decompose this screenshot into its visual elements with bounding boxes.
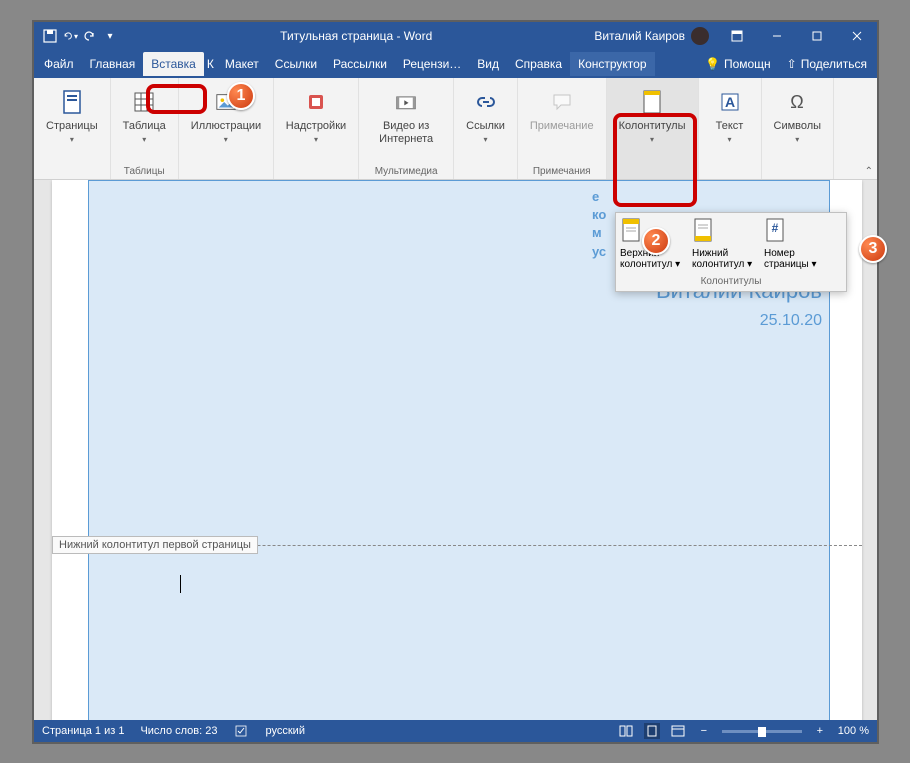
- web-layout-icon[interactable]: [670, 723, 686, 739]
- spellcheck-icon[interactable]: [234, 723, 250, 739]
- save-icon[interactable]: [42, 28, 58, 44]
- pictures-icon: [210, 86, 242, 118]
- collapse-ribbon-button[interactable]: ⌃: [865, 166, 873, 177]
- illustrations-button[interactable]: Иллюстрации▾: [185, 82, 267, 166]
- omega-icon: Ω: [781, 86, 813, 118]
- qat-customize-icon[interactable]: ▾: [102, 28, 118, 44]
- window-title: Титульная страница - Word: [118, 29, 594, 43]
- svg-text:A: A: [724, 94, 734, 110]
- read-mode-icon[interactable]: [618, 723, 634, 739]
- footer-button[interactable]: Нижний колонтитул ▾: [692, 217, 764, 270]
- share-icon: ⇧: [787, 57, 797, 71]
- text-icon: A: [714, 86, 746, 118]
- tab-home[interactable]: Главная: [82, 52, 144, 76]
- table-icon: [128, 86, 160, 118]
- text-button[interactable]: A Текст▾: [705, 82, 755, 166]
- doc-date: 25.10.20: [760, 312, 822, 330]
- tab-insert[interactable]: Вставка: [143, 52, 204, 76]
- addins-icon: [300, 86, 332, 118]
- header-button[interactable]: Верхний колонтитул ▾: [620, 217, 692, 270]
- header-icon: [620, 217, 692, 248]
- video-icon: [390, 86, 422, 118]
- tab-k[interactable]: К: [204, 52, 217, 76]
- tab-design[interactable]: Конструктор: [570, 52, 654, 76]
- pages-button[interactable]: Страницы▾: [40, 82, 104, 166]
- ribbon-display-button[interactable]: [717, 22, 757, 50]
- symbols-button[interactable]: Ω Символы▾: [768, 82, 828, 166]
- titlebar: ▾ ▾ Титульная страница - Word Виталий Ка…: [34, 22, 877, 50]
- statusbar: Страница 1 из 1 Число слов: 23 русский −…: [34, 720, 877, 742]
- tab-view[interactable]: Вид: [469, 52, 507, 76]
- link-icon: [470, 86, 502, 118]
- minimize-button[interactable]: [757, 22, 797, 50]
- print-layout-icon[interactable]: [644, 723, 660, 739]
- addins-button[interactable]: Надстройки▾: [280, 82, 352, 166]
- header-footer-popup: Верхний колонтитул ▾ Нижний колонтитул ▾…: [615, 212, 847, 292]
- redo-icon[interactable]: [82, 28, 98, 44]
- comment-icon: [546, 86, 578, 118]
- header-footer-button[interactable]: Колонтитулы▾: [613, 82, 692, 166]
- svg-text:Ω: Ω: [791, 92, 804, 112]
- status-words[interactable]: Число слов: 23: [140, 725, 217, 737]
- tab-file[interactable]: Файл: [36, 52, 82, 76]
- tab-help[interactable]: Справка: [507, 52, 570, 76]
- page-number-icon: #: [764, 217, 836, 248]
- zoom-slider[interactable]: [722, 730, 802, 733]
- quick-access-toolbar: ▾ ▾: [34, 28, 118, 44]
- user-info[interactable]: Виталий Каиров: [594, 27, 717, 45]
- table-button[interactable]: Таблица▾: [117, 82, 172, 166]
- avatar: [691, 27, 709, 45]
- ribbon-tabs: Файл Главная Вставка К Макет Ссылки Расс…: [34, 50, 877, 78]
- tell-me[interactable]: 💡Помощн: [697, 57, 779, 71]
- page-number-button[interactable]: # Номер страницы ▾: [764, 217, 836, 270]
- header-footer-icon: [636, 86, 668, 118]
- tab-layout[interactable]: Макет: [217, 52, 267, 76]
- status-page[interactable]: Страница 1 из 1: [42, 725, 124, 737]
- links-button[interactable]: Ссылки▾: [460, 82, 511, 166]
- ribbon: Страницы▾ Таблица▾ Таблицы Иллюстрации▾: [34, 78, 877, 180]
- comment-button[interactable]: Примечание: [524, 82, 600, 166]
- zoom-in-button[interactable]: +: [812, 723, 828, 739]
- tab-review[interactable]: Рецензи…: [395, 52, 469, 76]
- share-button[interactable]: ⇧Поделиться: [779, 57, 875, 71]
- tab-mailings[interactable]: Рассылки: [325, 52, 395, 76]
- close-button[interactable]: [837, 22, 877, 50]
- svg-text:#: #: [772, 221, 779, 235]
- zoom-out-button[interactable]: −: [696, 723, 712, 739]
- page-icon: [56, 86, 88, 118]
- maximize-button[interactable]: [797, 22, 837, 50]
- tab-references[interactable]: Ссылки: [267, 52, 325, 76]
- footer-label: Нижний колонтитул первой страницы: [52, 536, 258, 554]
- bulb-icon: 💡: [705, 57, 720, 71]
- footer-icon: [692, 217, 764, 248]
- online-video-button[interactable]: Видео из Интернета: [365, 82, 447, 166]
- text-cursor: [180, 575, 181, 593]
- undo-icon[interactable]: ▾: [62, 28, 78, 44]
- status-language[interactable]: русский: [266, 725, 305, 737]
- zoom-level[interactable]: 100 %: [838, 725, 869, 737]
